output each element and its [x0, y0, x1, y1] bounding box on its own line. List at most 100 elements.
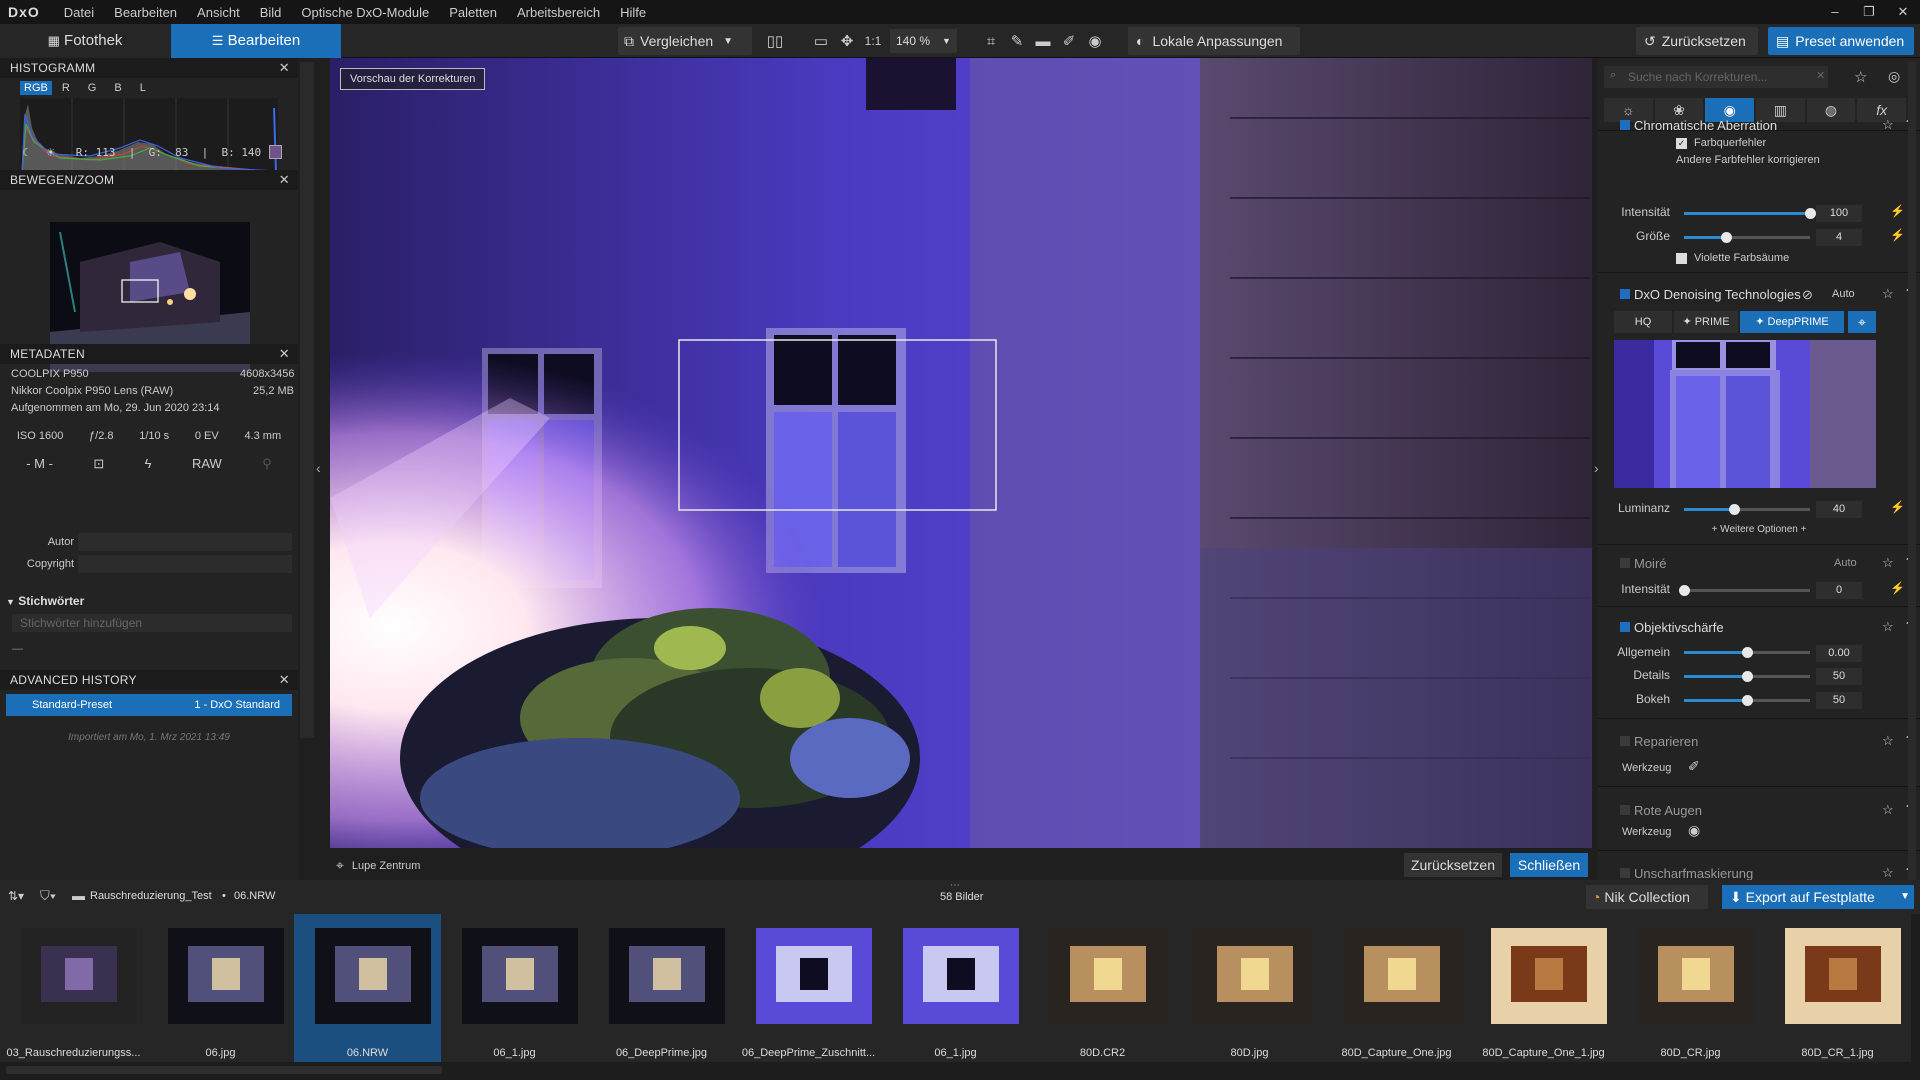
denoise-title[interactable]: DxO Denoising Technologies [1634, 287, 1801, 302]
luminance-slider[interactable] [1684, 504, 1810, 515]
horizon-icon[interactable]: ▬ [1030, 27, 1056, 55]
channel-rgb[interactable]: RGB [20, 81, 52, 95]
local-tab-icon[interactable]: ◍ [1806, 98, 1856, 122]
redeye-title[interactable]: Rote Augen [1634, 803, 1702, 818]
chevron-down-icon[interactable]: ▼ [1900, 885, 1910, 909]
sort-icon[interactable]: ⇅▾ [8, 889, 24, 903]
more-options-link[interactable]: + Weitere Optionen + [1598, 524, 1920, 535]
luminance-value[interactable]: 40 [1816, 501, 1862, 518]
star-icon[interactable]: ☆ [1882, 865, 1894, 881]
image-viewer[interactable]: Vorschau der Korrekturen [330, 58, 1592, 848]
filmstrip-thumb[interactable]: 03_Rauschreduzierungss... [0, 914, 147, 1062]
viewer-close-button[interactable]: Schließen [1510, 853, 1588, 877]
maximize-button[interactable]: ❐ [1852, 0, 1886, 24]
unsharp-enabled-toggle[interactable] [1620, 868, 1630, 878]
drag-handle-icon[interactable]: ⋯ [950, 880, 960, 891]
moire-title[interactable]: Moiré [1634, 556, 1667, 571]
move-icon[interactable]: ✥ [834, 27, 860, 55]
ca-intensity-value[interactable]: 100 [1816, 205, 1862, 222]
channel-l[interactable]: L [132, 81, 154, 95]
star-icon[interactable]: ☆ [1854, 68, 1867, 86]
keywords-input[interactable]: Stichwörter hinzufügen [12, 614, 292, 632]
close-icon[interactable]: ✕ [279, 344, 290, 364]
right-scrollbar[interactable] [1908, 62, 1916, 882]
keywords-header[interactable]: ▼ Stichwörter [6, 594, 84, 608]
close-icon[interactable]: ✕ [279, 670, 290, 690]
red-eye-icon[interactable]: ◉ [1082, 27, 1108, 55]
menu-paletten[interactable]: Paletten [439, 5, 507, 20]
denoise-prime-button[interactable]: ✦ PRIME [1674, 311, 1738, 333]
wand-icon[interactable]: ⚡ [1890, 581, 1905, 595]
eyedropper-icon[interactable]: ✎ [1004, 27, 1030, 55]
tab-library[interactable]: ▦ Fotothek [0, 24, 170, 58]
eye-icon[interactable]: ◎ [1888, 68, 1900, 85]
collapse-left-icon[interactable]: ‹ [316, 460, 321, 476]
clear-search-icon[interactable]: ✕ [1816, 69, 1825, 82]
filmstrip-thumb[interactable]: 06.jpg [147, 914, 294, 1062]
denoise-deepprime-button[interactable]: ✦ DeepPRIME [1740, 311, 1844, 333]
apply-preset-button[interactable]: ▤ Preset anwenden [1768, 27, 1914, 55]
star-icon[interactable]: ☆ [1882, 286, 1894, 302]
farbquerfehler-checkbox[interactable]: ✓ [1676, 138, 1687, 149]
star-icon[interactable]: ☆ [1882, 802, 1894, 818]
close-window-button[interactable]: ✕ [1886, 0, 1920, 24]
channel-g[interactable]: G [80, 81, 105, 95]
sharpness-enabled-toggle[interactable] [1620, 622, 1630, 632]
menu-datei[interactable]: Datei [54, 5, 104, 20]
shadow-clip-icon[interactable]: ☾ [22, 146, 32, 159]
filmstrip-thumb[interactable]: 80D.jpg [1176, 914, 1323, 1062]
correction-search-input[interactable]: Suche nach Korrekturen... [1604, 66, 1828, 88]
menu-bild[interactable]: Bild [250, 5, 292, 20]
sharpness-title[interactable]: Objektivschärfe [1634, 620, 1724, 635]
repair-icon[interactable]: ✐ [1056, 27, 1082, 55]
filmstrip-thumb[interactable]: 80D_CR_1.jpg [1764, 914, 1911, 1062]
minimize-button[interactable]: – [1818, 0, 1852, 24]
eye-icon[interactable]: ◉ [1688, 822, 1700, 839]
tab-edit[interactable]: ☰ Bearbeiten [171, 24, 341, 58]
nik-collection-button[interactable]: ◔ Nik Collection [1586, 885, 1708, 909]
author-field[interactable] [78, 533, 292, 551]
compare-eye-icon[interactable]: ⊘ [1802, 287, 1813, 303]
violet-fringe-checkbox[interactable] [1676, 253, 1687, 264]
filter-icon[interactable]: ⛉▾ [40, 888, 56, 904]
local-adjustments-button[interactable]: ◐ Lokale Anpassungen [1128, 27, 1300, 55]
denoise-hq-button[interactable]: HQ [1614, 311, 1672, 333]
unsharp-title[interactable]: Unscharfmaskierung [1634, 866, 1753, 881]
wand-icon[interactable]: ⚡ [1890, 204, 1905, 218]
history-entry[interactable]: Standard-Preset 1 - DxO Standard [6, 694, 292, 716]
sharpness-details-slider[interactable] [1684, 671, 1810, 682]
denoise-preview[interactable] [1614, 340, 1876, 488]
split-view-button[interactable]: ▯▯ [762, 27, 792, 55]
redeye-enabled-toggle[interactable] [1620, 805, 1630, 815]
filmstrip-thumb[interactable]: 06.NRW [294, 914, 441, 1062]
filmstrip-thumb[interactable]: 06_1.jpg [882, 914, 1029, 1062]
sharpness-bokeh-slider[interactable] [1684, 695, 1810, 706]
filmstrip-thumb[interactable]: 06_1.jpg [441, 914, 588, 1062]
channel-b[interactable]: B [106, 81, 129, 95]
moire-auto[interactable]: Auto [1834, 557, 1857, 569]
one-to-one-button[interactable]: 1:1 [860, 27, 886, 55]
zoom-select[interactable]: 140 % ▼ [890, 29, 957, 53]
wand-icon[interactable]: ⚡ [1890, 228, 1905, 242]
denoise-auto[interactable]: Auto [1832, 288, 1855, 300]
fit-screen-icon[interactable]: ▭ [808, 27, 834, 55]
moire-intensity-slider[interactable] [1679, 585, 1810, 596]
filmstrip-thumb[interactable]: 80D_Capture_One_1.jpg [1470, 914, 1617, 1062]
filmstrip-thumb[interactable]: 80D_Capture_One.jpg [1323, 914, 1470, 1062]
preview-label[interactable]: Vorschau der Korrekturen [340, 68, 486, 90]
filmstrip-thumb[interactable]: 06_DeepPrime_Zuschnitt... [735, 914, 882, 1062]
reset-button[interactable]: ↺ Zurücksetzen [1636, 27, 1758, 55]
menu-bearbeiten[interactable]: Bearbeiten [104, 5, 187, 20]
sharpness-general-value[interactable]: 0.00 [1816, 645, 1862, 662]
filmstrip-thumb[interactable]: 80D_CR.jpg [1617, 914, 1764, 1062]
ca-enabled-toggle[interactable] [1620, 120, 1630, 130]
menu-hilfe[interactable]: Hilfe [610, 5, 656, 20]
moire-enabled-toggle[interactable] [1620, 558, 1630, 568]
sharpness-bokeh-value[interactable]: 50 [1816, 692, 1862, 709]
ca-size-slider[interactable] [1684, 232, 1810, 243]
filmstrip-thumb[interactable]: 80D.CR2 [1029, 914, 1176, 1062]
ca-title[interactable]: Chromatische Aberration [1634, 118, 1777, 133]
highlight-clip-icon[interactable]: ☀ [46, 146, 56, 159]
export-button[interactable]: ⬇ Export auf Festplatte ▼ [1722, 885, 1914, 909]
denoise-enabled-toggle[interactable] [1620, 289, 1630, 299]
